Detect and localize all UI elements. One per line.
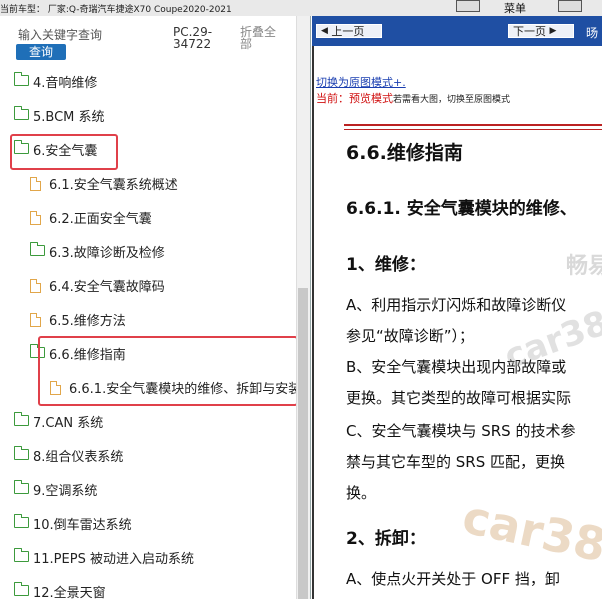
subsection-heading: 6.6.1. 安全气囊模块的维修、 bbox=[346, 199, 577, 219]
tree-item-label: 12.全景天窗 bbox=[33, 585, 106, 599]
paragraph-line: 禁与其它车型的 SRS 匹配，更换 bbox=[346, 453, 566, 471]
toolbar-button[interactable] bbox=[456, 0, 480, 12]
tree-item[interactable]: 11.PEPS 被动进入启动系统 bbox=[14, 546, 194, 568]
scrollbar-thumb[interactable] bbox=[298, 288, 308, 599]
paragraph-line: 更换。其它类型的故障可根据实际 bbox=[346, 389, 572, 407]
tree-item[interactable]: 6.4.安全气囊故障码 bbox=[30, 274, 165, 296]
search-input[interactable]: 输入关键字查询 bbox=[18, 26, 102, 43]
paragraph-line: C、安全气囊模块与 SRS 的技术参 bbox=[346, 422, 576, 440]
paragraph-line: 换。 bbox=[346, 484, 377, 502]
mode-status: 当前：预览模式若需看大图，切换至原图模式 bbox=[316, 92, 511, 105]
watermark: car38 bbox=[457, 489, 602, 573]
folder-icon bbox=[14, 514, 30, 529]
folder-icon bbox=[14, 548, 30, 563]
search-row: 输入关键字查询 查询 PC.29- 34722 折叠全部 bbox=[0, 16, 296, 60]
highlight-box bbox=[38, 336, 298, 406]
step-heading-repair: 1、维修： bbox=[346, 255, 426, 275]
tree-item[interactable]: 4.音响维修 bbox=[14, 70, 97, 92]
tree-item-label: 6.2.正面安全气囊 bbox=[49, 211, 152, 227]
tree-item-label: 4.音响维修 bbox=[33, 75, 98, 91]
tree-item-label: 6.1.安全气囊系统概述 bbox=[49, 177, 178, 193]
title-bar: 当前车型： 厂家:Q-奇瑞汽车捷途X70 Coupe2020-2021 菜单 bbox=[0, 0, 602, 16]
watermark: 畅易 bbox=[566, 254, 602, 279]
tree-pane: 输入关键字查询 查询 PC.29- 34722 折叠全部 4.音响维修 5.BCM … bbox=[0, 16, 311, 599]
switch-mode-link[interactable]: 切换为原图模式+. bbox=[316, 74, 406, 90]
toolbar-button[interactable] bbox=[558, 0, 582, 12]
prev-page-button[interactable]: ◀ 上一页 bbox=[316, 24, 382, 38]
tree-item[interactable]: 6.2.正面安全气囊 bbox=[30, 206, 152, 228]
header-rule bbox=[344, 124, 602, 126]
tree-item-label: 11.PEPS 被动进入启动系统 bbox=[33, 551, 194, 567]
prev-arrow-icon: ◀ bbox=[321, 26, 328, 36]
tree-item[interactable]: 8.组合仪表系统 bbox=[14, 444, 123, 466]
tree-item[interactable]: 6.3.故障诊断及检修 bbox=[30, 240, 165, 262]
vehicle-title: 当前车型： 厂家:Q-奇瑞汽车捷途X70 Coupe2020-2021 bbox=[0, 5, 232, 15]
tree-item-label: 9.空调系统 bbox=[33, 483, 98, 499]
collapse-all-button[interactable]: 折叠全部 bbox=[240, 26, 280, 50]
tree-item-label: 5.BCM 系统 bbox=[33, 109, 105, 125]
folder-icon bbox=[30, 242, 46, 257]
menu-label[interactable]: 菜单 bbox=[504, 0, 526, 16]
header-rule bbox=[344, 129, 602, 130]
paragraph-line: A、使点火开关处于 OFF 挡，卸 bbox=[346, 570, 560, 588]
section-heading: 6.6.维修指南 bbox=[346, 142, 463, 164]
document-icon bbox=[30, 177, 46, 191]
tree-item[interactable]: 9.空调系统 bbox=[14, 478, 97, 500]
highlight-box bbox=[10, 134, 118, 170]
tree-item[interactable]: 6.1.安全气囊系统概述 bbox=[30, 172, 178, 194]
folder-icon bbox=[14, 480, 30, 495]
paragraph-line: 参见“故障诊断”）； bbox=[346, 327, 475, 345]
tree-item-label: 6.5.维修方法 bbox=[49, 313, 126, 329]
tree-item[interactable]: 7.CAN 系统 bbox=[14, 410, 103, 432]
tree-item-label: 6.4.安全气囊故障码 bbox=[49, 279, 165, 295]
paragraph-line: A、利用指示灯闪烁和故障诊断仪 bbox=[346, 296, 567, 314]
tree-item-label: 10.倒车雷达系统 bbox=[33, 517, 132, 533]
step-heading-remove: 2、拆卸： bbox=[346, 529, 426, 549]
home-link[interactable]: 旸 bbox=[586, 24, 598, 41]
folder-icon bbox=[14, 412, 30, 427]
tree-item-label: 7.CAN 系统 bbox=[33, 415, 104, 431]
folder-icon bbox=[14, 72, 30, 87]
next-page-button[interactable]: 下一页 ▶ bbox=[508, 24, 574, 38]
folder-icon bbox=[14, 106, 30, 121]
tree-item[interactable]: 5.BCM 系统 bbox=[14, 104, 105, 126]
nav-bar: ◀ 上一页 下一页 ▶ 旸 bbox=[312, 16, 602, 46]
search-button[interactable]: 查询 bbox=[16, 44, 66, 60]
folder-icon bbox=[14, 446, 30, 461]
tree-item-label: 6.3.故障诊断及检修 bbox=[49, 245, 165, 261]
tree-item[interactable]: 6.5.维修方法 bbox=[30, 308, 126, 330]
document-pane: ◀ 上一页 下一页 ▶ 旸 切换为原图模式+. 当前：预览模式若需看大图，切换至… bbox=[312, 16, 602, 599]
folder-icon bbox=[14, 582, 30, 597]
tree-item-label: 8.组合仪表系统 bbox=[33, 449, 124, 465]
tree-item[interactable]: 12.全景天窗 bbox=[14, 580, 106, 599]
document-icon bbox=[30, 279, 46, 293]
document-icon bbox=[30, 211, 46, 225]
pane-divider bbox=[312, 46, 314, 599]
document-icon bbox=[30, 313, 46, 327]
pc-code: PC.29- 34722 bbox=[173, 25, 213, 51]
tree-item[interactable]: 10.倒车雷达系统 bbox=[14, 512, 132, 534]
next-arrow-icon: ▶ bbox=[549, 26, 557, 36]
